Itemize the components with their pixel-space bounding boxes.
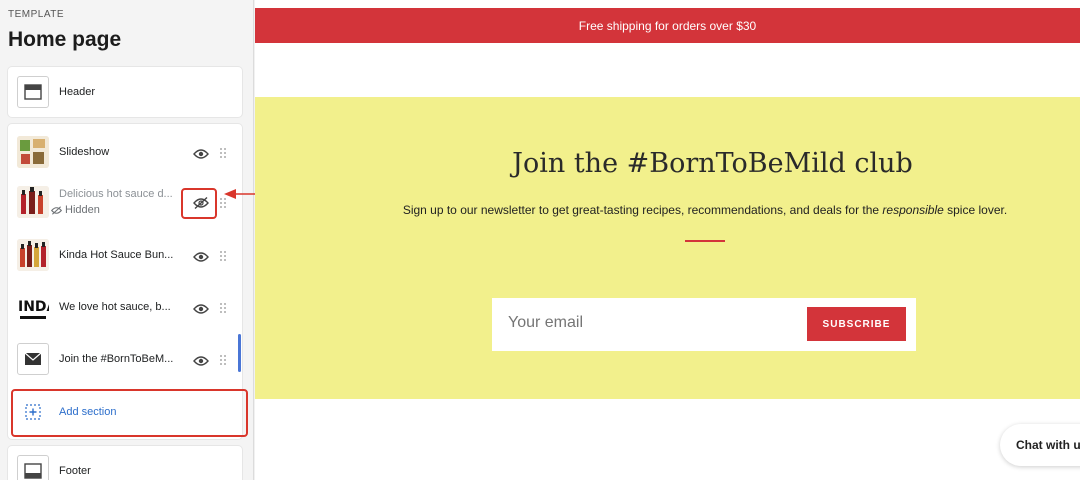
sidebar-item-label: Slideshow (59, 146, 110, 158)
sidebar-item-newsletter[interactable]: Join the #BornToBeM... (8, 334, 242, 384)
eye-icon[interactable] (193, 303, 209, 315)
sidebar-item-we-love-hot-sauce[interactable]: INDA We love hot sauce, b... (8, 282, 242, 332)
kinda-logo-thumb: INDA (17, 291, 49, 323)
sidebar-item-label: Delicious hot sauce d... (59, 188, 173, 200)
drag-handle-icon[interactable] (219, 302, 227, 314)
svg-text:INDA: INDA (18, 299, 49, 315)
sidebar-item-footer[interactable]: Footer (8, 446, 242, 480)
highlight-box-add-section (11, 389, 248, 437)
eye-icon[interactable] (193, 355, 209, 367)
slideshow-thumb (17, 136, 49, 168)
divider (685, 240, 725, 242)
page-title: Home page (8, 28, 122, 51)
sidebar-item-label: Join the #BornToBeM... (59, 353, 174, 365)
hidden-status: Hidden (51, 204, 100, 216)
sidebar-item-header[interactable]: Header (8, 67, 242, 117)
header-layout-icon (17, 76, 49, 108)
footer-card: Footer (8, 446, 242, 480)
announcement-bar: Free shipping for orders over $30 (255, 8, 1080, 43)
drag-handle-icon[interactable] (219, 147, 227, 159)
email-form: SUBSCRIBE (492, 298, 916, 351)
sidebar-item-slideshow[interactable]: Slideshow (8, 127, 242, 177)
email-field[interactable] (508, 314, 788, 332)
hot-sauce-thumb (17, 239, 49, 271)
sidebar-item-kinda-hot-sauce[interactable]: Kinda Hot Sauce Bun... (8, 230, 242, 280)
chat-button[interactable]: Chat with u (1000, 424, 1080, 466)
eye-icon[interactable] (193, 148, 209, 160)
drag-handle-icon[interactable] (219, 250, 227, 262)
template-label: TEMPLATE (8, 9, 65, 20)
sidebar-item-label: Footer (59, 465, 91, 477)
header-card: Header (8, 67, 242, 117)
subscribe-button[interactable]: SUBSCRIBE (807, 307, 906, 341)
drag-handle-icon[interactable] (219, 354, 227, 366)
hot-sauce-thumb (17, 186, 49, 218)
highlight-box-visibility (181, 188, 217, 219)
sidebar-item-label: We love hot sauce, b... (59, 301, 171, 313)
eye-icon[interactable] (193, 251, 209, 263)
hidden-status-label: Hidden (65, 204, 100, 216)
store-preview: Free shipping for orders over $30 Join t… (255, 0, 1080, 480)
footer-layout-icon (17, 455, 49, 480)
sidebar-item-label: Kinda Hot Sauce Bun... (59, 249, 174, 261)
eye-slash-icon (51, 205, 62, 215)
sidebar-item-label: Header (59, 86, 96, 98)
newsletter-banner (255, 97, 1080, 399)
scrollbar[interactable] (238, 334, 241, 372)
mail-icon (17, 343, 49, 375)
newsletter-title: Join the #BornToBeMild club (512, 148, 913, 179)
newsletter-subtitle: Sign up to our newsletter to get great-t… (402, 203, 1008, 217)
